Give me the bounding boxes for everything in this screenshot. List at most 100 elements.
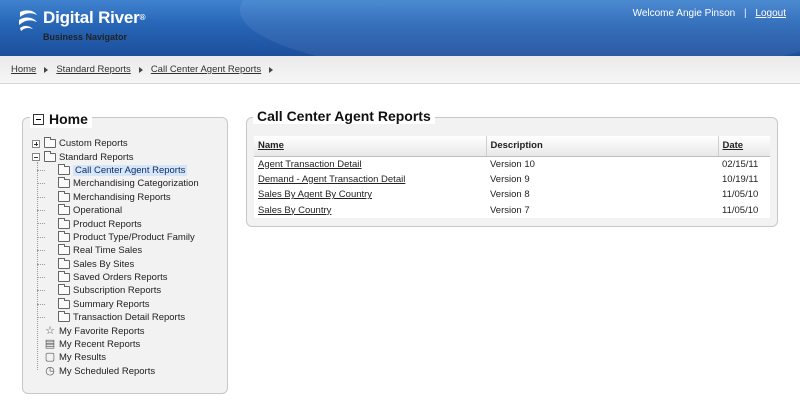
table-row: Sales By Agent By Country Version 8 11/0…	[254, 187, 770, 203]
report-description: Version 10	[486, 156, 718, 172]
tree-item-label: My Recent Reports	[59, 339, 141, 351]
tree-item-label: My Favorite Reports	[59, 325, 145, 337]
tree-item-call-center-agent-reports[interactable]: Call Center Agent Reports	[32, 163, 199, 177]
user-separator: |	[744, 8, 747, 19]
folder-icon	[58, 230, 70, 242]
report-link[interactable]: Sales By Agent By Country	[258, 189, 372, 200]
tree-item-sales-by-sites[interactable]: Sales By Sites	[32, 257, 199, 271]
tree-item-my-recent-reports[interactable]: ▤ My Recent Reports	[32, 338, 199, 351]
folder-icon	[58, 271, 70, 283]
brand-subtitle: Business Navigator	[43, 32, 128, 42]
logout-link[interactable]: Logout	[755, 8, 786, 19]
brand-name: Digital River	[43, 8, 140, 27]
star-icon: ☆	[45, 324, 55, 337]
folder-icon	[58, 297, 70, 309]
column-header-label: Date	[722, 140, 744, 152]
tree-item-label: Saved Orders Reports	[73, 272, 168, 284]
report-date: 11/05/10	[718, 187, 770, 203]
report-link[interactable]: Demand - Agent Transaction Detail	[258, 174, 405, 185]
column-header-label: Description	[490, 140, 543, 152]
folder-icon	[58, 244, 70, 256]
tree-item-label: Subscription Reports	[73, 285, 162, 297]
folder-icon	[58, 257, 70, 269]
report-date: 02/15/11	[718, 156, 770, 172]
table-row: Demand - Agent Transaction Detail Versio…	[254, 171, 770, 187]
digital-river-logo-icon	[18, 9, 38, 31]
report-description: Version 7	[486, 202, 718, 218]
report-date: 11/05/10	[718, 202, 770, 218]
folder-icon	[58, 284, 70, 296]
tree-item-merchandising-categorization[interactable]: Merchandising Categorization	[32, 177, 199, 190]
breadcrumb-call-center-agent-reports[interactable]: Call Center Agent Reports	[151, 64, 261, 75]
tree-item-label: Real Time Sales	[73, 245, 143, 257]
document-icon: ▢	[44, 351, 56, 364]
brand-logo[interactable]: Digital River®	[18, 8, 146, 31]
breadcrumb-bar: Home Standard Reports Call Center Agent …	[0, 56, 800, 84]
column-header-description: Description	[485, 136, 718, 157]
report-link[interactable]: Sales By Country	[258, 205, 331, 216]
tree-item-my-favorite-reports[interactable]: ☆ My Favorite Reports	[32, 324, 199, 337]
tree-item-product-reports[interactable]: Product Reports	[32, 217, 199, 230]
tree-item-label: My Results	[59, 352, 106, 364]
tree-item-merchandising-reports[interactable]: Merchandising Reports	[32, 190, 199, 204]
folder-icon	[58, 311, 70, 323]
report-tree: Custom Reports Standard Reports Call Cen…	[32, 137, 199, 378]
breadcrumb-arrow-icon	[44, 66, 49, 73]
breadcrumb-standard-reports[interactable]: Standard Reports	[56, 64, 130, 75]
table-row: Agent Transaction Detail Version 10 02/1…	[254, 156, 770, 172]
collapse-minus-icon[interactable]	[32, 153, 40, 162]
folder-icon	[58, 204, 70, 216]
tree-item-standard-reports[interactable]: Standard Reports	[32, 150, 199, 163]
clock-icon: ◷	[45, 364, 55, 377]
tree-item-my-scheduled-reports[interactable]: ◷ My Scheduled Reports	[32, 365, 199, 378]
user-area: Welcome Angie Pinson | Logout	[633, 8, 786, 19]
breadcrumb: Home Standard Reports Call Center Agent …	[11, 64, 281, 75]
page-title: Call Center Agent Reports	[253, 108, 435, 124]
reports-table: Name Description Date Agent Transaction …	[254, 136, 770, 218]
collapse-icon[interactable]	[33, 113, 44, 125]
table-header-row: Name Description Date	[254, 136, 770, 157]
folder-icon	[58, 190, 70, 202]
tree-item-real-time-sales[interactable]: Real Time Sales	[32, 244, 199, 257]
breadcrumb-home[interactable]: Home	[11, 64, 36, 75]
tree-item-label: Custom Reports	[59, 138, 128, 150]
tree-item-label: Merchandising Categorization	[73, 178, 199, 190]
tree-item-subscription-reports[interactable]: Subscription Reports	[32, 284, 199, 297]
column-header-date[interactable]: Date	[717, 136, 770, 157]
navigation-panel-title: Home	[49, 111, 88, 127]
tree-item-custom-reports[interactable]: Custom Reports	[32, 137, 199, 150]
folder-icon	[58, 217, 70, 229]
report-description: Version 8	[486, 187, 718, 203]
tree-item-product-type-product-family[interactable]: Product Type/Product Family	[32, 230, 199, 244]
report-link[interactable]: Agent Transaction Detail	[258, 159, 362, 170]
report-date: 10/19/11	[718, 171, 770, 187]
folder-icon	[44, 137, 56, 149]
expand-plus-icon[interactable]	[32, 139, 40, 148]
app-header: Digital River® Business Navigator Welcom…	[0, 0, 800, 56]
folder-icon	[58, 177, 70, 189]
tree-item-label: Sales By Sites	[73, 258, 135, 270]
brand-trademark: ®	[139, 13, 146, 22]
tree-item-label: Standard Reports	[59, 151, 134, 163]
folder-icon	[58, 163, 70, 175]
tree-item-label: Transaction Detail Reports	[73, 312, 186, 324]
tree-item-summary-reports[interactable]: Summary Reports	[32, 297, 199, 311]
tree-item-transaction-detail-reports[interactable]: Transaction Detail Reports	[32, 311, 199, 324]
welcome-text: Welcome Angie Pinson	[632, 8, 736, 19]
report-description: Version 9	[486, 171, 718, 187]
column-header-label: Name	[258, 140, 284, 152]
navigation-panel-header: Home	[30, 110, 92, 128]
document-list-icon: ▤	[44, 338, 56, 351]
tree-item-label: Product Reports	[73, 218, 142, 230]
tree-item-saved-orders-reports[interactable]: Saved Orders Reports	[32, 271, 199, 284]
table-row: Sales By Country Version 7 11/05/10	[254, 202, 770, 218]
tree-item-label: Operational	[73, 205, 123, 217]
folder-open-icon	[44, 150, 56, 162]
tree-item-operational[interactable]: Operational	[32, 204, 199, 217]
breadcrumb-arrow-icon	[269, 66, 274, 73]
tree-item-label: My Scheduled Reports	[59, 365, 156, 377]
breadcrumb-arrow-icon	[138, 66, 143, 73]
tree-item-my-results[interactable]: ▢ My Results	[32, 351, 199, 364]
column-header-name[interactable]: Name	[254, 136, 486, 157]
tree-item-label: Call Center Agent Reports	[73, 164, 188, 176]
